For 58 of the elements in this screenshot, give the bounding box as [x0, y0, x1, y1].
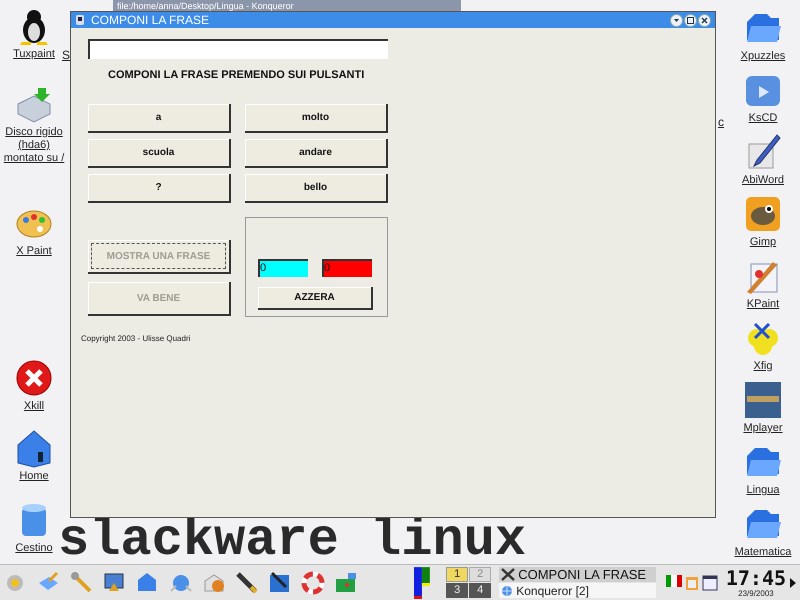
score-field: 0: [322, 259, 372, 277]
icon-label: S: [62, 47, 70, 64]
icon-label: Gimp: [750, 236, 776, 249]
window-title: file:/home/anna/Desktop/Lingua - Konqueror: [117, 0, 294, 10]
word-button[interactable]: a: [88, 104, 231, 133]
word-button[interactable]: scuola: [88, 139, 231, 168]
icon-label: Disco rigido (hda6) montato su /: [2, 126, 66, 165]
globe-icon: [501, 584, 514, 596]
icon-label: Cestino: [15, 542, 53, 555]
task-button[interactable]: Konqueror [2]: [499, 583, 656, 598]
window-title: COMPONI LA FRASE: [91, 13, 210, 27]
toolbox-icon[interactable]: [334, 570, 358, 594]
word-button[interactable]: andare: [245, 139, 388, 168]
word-button[interactable]: ?: [88, 174, 231, 203]
desktop-pager-button[interactable]: 1: [446, 567, 468, 582]
clock-time: 17:45: [726, 568, 786, 588]
icon-label: KPaint: [746, 298, 780, 311]
sentence-field[interactable]: [88, 39, 388, 59]
x-logo-icon: [501, 568, 516, 581]
icon-label: Xpuzzles: [740, 50, 786, 63]
icon-label: X Paint: [16, 245, 52, 258]
cross-circle-icon: [14, 358, 54, 398]
task-button[interactable]: COMPONI LA FRASE: [499, 567, 656, 582]
instruction-text: COMPONI LA FRASE PREMENDO SUI PULSANTI: [108, 68, 366, 82]
close-icon[interactable]: [698, 14, 711, 26]
reset-button[interactable]: AZZERA: [258, 287, 373, 310]
icon-label: Mplayer: [743, 422, 783, 435]
action-button: MOSTRA UNA FRASE: [88, 240, 231, 274]
picture-icon: [743, 380, 783, 420]
shade-icon[interactable]: [670, 14, 683, 26]
clock-date: 23/9/2003: [738, 588, 774, 598]
desktop-pager-button[interactable]: 4: [469, 583, 492, 598]
pen-window-icon[interactable]: [268, 570, 292, 594]
clipboard-icon: [684, 574, 699, 590]
icon-label: Lingua: [746, 484, 780, 497]
flag-icon: [666, 574, 682, 586]
pen-icon[interactable]: [235, 570, 259, 594]
icon-label: Xkill: [24, 400, 44, 413]
calendar-icon: [702, 574, 718, 590]
desktop-pager-button[interactable]: 3: [446, 583, 468, 598]
arrow-icon[interactable]: [790, 578, 796, 588]
word-button[interactable]: bello: [245, 174, 388, 203]
icon-label: Home: [19, 470, 49, 483]
action-button: VA BENE: [88, 282, 231, 316]
icon-label: Tuxpaint: [13, 48, 55, 61]
icon-label: c: [718, 114, 724, 131]
score-field: 0: [258, 259, 308, 277]
wallpaper-text: slackware linux: [58, 519, 526, 563]
lifebuoy-icon[interactable]: [301, 570, 325, 594]
word-button[interactable]: molto: [245, 104, 388, 133]
icon-label: Xfig: [754, 360, 772, 373]
mascot-icon: [743, 194, 783, 234]
window-menu-icon[interactable]: [75, 14, 85, 26]
icon-label: KsCD: [748, 112, 778, 125]
icon-label: Matematica: [734, 546, 792, 559]
copyright-text: Copyright 2003 - Ulisse Quadri: [81, 333, 192, 345]
icon-label: AbiWord: [742, 174, 784, 187]
maximize-icon[interactable]: [684, 14, 697, 26]
